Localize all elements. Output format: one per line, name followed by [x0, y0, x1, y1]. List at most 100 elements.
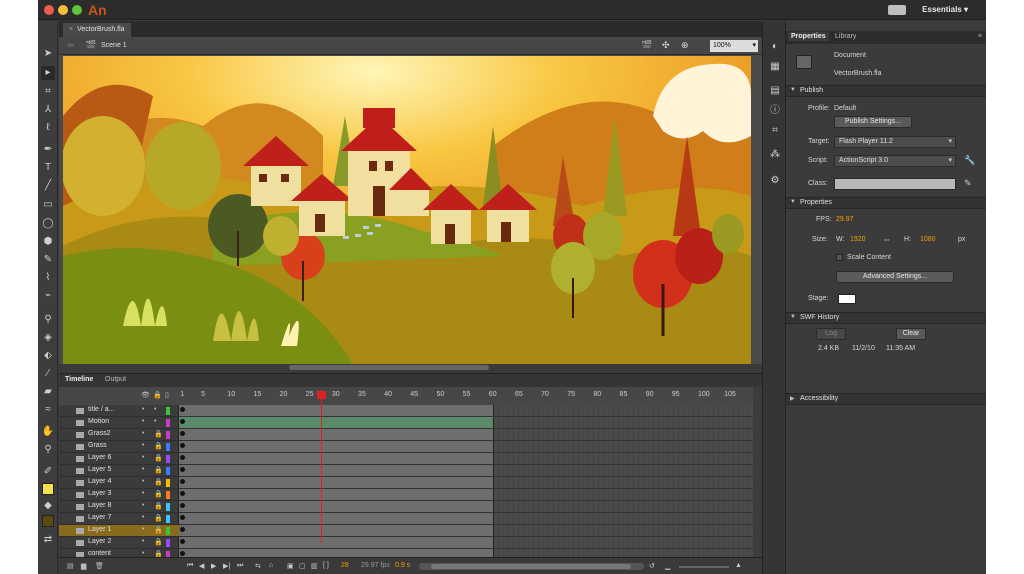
- layer-color-swatch[interactable]: [166, 539, 170, 547]
- layer-row[interactable]: Layer 4 • 🔒: [59, 477, 179, 489]
- lock-icon[interactable]: 🔒: [154, 514, 163, 522]
- edit-symbols-icon[interactable]: ✣: [662, 40, 670, 51]
- layer-color-swatch[interactable]: [166, 479, 170, 487]
- layer-row[interactable]: Layer 6 • 🔒: [59, 453, 179, 465]
- layer-color-swatch[interactable]: [166, 491, 170, 499]
- visibility-dot-icon[interactable]: •: [142, 406, 144, 413]
- empty-frames[interactable]: [494, 513, 753, 524]
- line-tool-icon[interactable]: ╱: [41, 179, 55, 193]
- stroke-color-swatch[interactable]: [42, 483, 54, 495]
- scrollbar-thumb[interactable]: [289, 365, 489, 370]
- center-stage-icon[interactable]: ⊕: [681, 40, 689, 51]
- lock-icon[interactable]: •: [154, 406, 156, 413]
- frame-span[interactable]: [179, 501, 494, 512]
- layer-name[interactable]: Motion: [88, 418, 109, 425]
- layer-row[interactable]: Grass • 🔒: [59, 441, 179, 453]
- keyframe[interactable]: [180, 443, 185, 448]
- frame-row[interactable]: [179, 465, 753, 477]
- elapsed-time[interactable]: 0.9 s: [395, 562, 410, 569]
- publish-settings-button[interactable]: Publish Settings...: [834, 116, 912, 128]
- empty-frames[interactable]: [494, 525, 753, 536]
- pencil-tool-icon[interactable]: ✎: [41, 253, 55, 267]
- empty-frames[interactable]: [494, 465, 753, 476]
- layer-color-swatch[interactable]: [166, 455, 170, 463]
- lock-all-icon[interactable]: 🔒: [153, 391, 162, 399]
- frames-area[interactable]: 1 5 10 15 20 25 30 35 40 45 50 55 60 65 70 75 80 85 90 95 10…: [179, 387, 753, 574]
- properties-section-header[interactable]: ▼ Properties: [786, 197, 986, 209]
- empty-frames[interactable]: [494, 417, 753, 428]
- playhead[interactable]: [321, 391, 322, 543]
- lock-icon[interactable]: 🔒: [154, 430, 163, 438]
- timeline-zoom-slider[interactable]: [679, 566, 729, 568]
- stage-color-swatch[interactable]: [838, 294, 856, 304]
- log-button[interactable]: Log: [816, 328, 846, 340]
- visibility-dot-icon[interactable]: •: [142, 454, 144, 461]
- layer-name[interactable]: Layer 2: [88, 538, 111, 545]
- first-frame-icon[interactable]: ⏮: [187, 562, 193, 570]
- zoom-tool-icon[interactable]: ⚲: [41, 443, 55, 457]
- layer-color-swatch[interactable]: [166, 515, 170, 523]
- layer-color-swatch[interactable]: [166, 503, 170, 511]
- wrench-icon[interactable]: 🔧: [964, 155, 975, 166]
- center-frame-icon[interactable]: ⌂: [269, 562, 273, 569]
- layer-name[interactable]: Grass2: [88, 430, 111, 437]
- next-frame-icon[interactable]: ▶|: [223, 562, 230, 570]
- layer-color-swatch[interactable]: [166, 443, 170, 451]
- keyframe[interactable]: [180, 431, 185, 436]
- frame-row[interactable]: [179, 417, 753, 429]
- onion-skin-icon[interactable]: ▣: [287, 562, 294, 570]
- edit-multiple-frames-icon[interactable]: ▥: [311, 562, 318, 570]
- stroke-color-icon[interactable]: ✐: [41, 465, 55, 479]
- lock-icon[interactable]: 🔒: [154, 526, 163, 534]
- frame-span[interactable]: [179, 417, 494, 428]
- edit-scene-icon[interactable]: 🎬: [641, 40, 652, 51]
- frame-span[interactable]: [179, 405, 494, 416]
- polystar-tool-icon[interactable]: ⬢: [41, 235, 55, 249]
- keyframe[interactable]: [180, 407, 185, 412]
- lock-icon[interactable]: 🔒: [154, 466, 163, 474]
- frame-row[interactable]: [179, 405, 753, 417]
- fill-color-icon[interactable]: ◆: [41, 499, 55, 513]
- lock-icon[interactable]: 🔒: [154, 490, 163, 498]
- frame-ruler[interactable]: 1 5 10 15 20 25 30 35 40 45 50 55 60 65 70 75 80 85 90 95 10…: [179, 387, 753, 405]
- delete-layer-icon[interactable]: 🗑: [95, 562, 104, 570]
- frame-row[interactable]: [179, 441, 753, 453]
- oval-tool-icon[interactable]: ◯: [41, 217, 55, 231]
- empty-frames[interactable]: [494, 477, 753, 488]
- layer-row[interactable]: Layer 1 • 🔒: [59, 525, 179, 537]
- visibility-dot-icon[interactable]: •: [142, 526, 144, 533]
- zoom-dropdown[interactable]: 100% ▾: [710, 40, 758, 52]
- layer-color-swatch[interactable]: [166, 527, 170, 535]
- visibility-dot-icon[interactable]: •: [142, 442, 144, 449]
- tab-timeline[interactable]: Timeline: [65, 376, 93, 383]
- class-input[interactable]: [834, 178, 956, 190]
- keyframe[interactable]: [180, 419, 185, 424]
- bone-tool-icon[interactable]: ⚲: [41, 313, 55, 327]
- swatches-panel-icon[interactable]: ▦: [769, 61, 781, 73]
- layer-color-swatch[interactable]: [166, 431, 170, 439]
- visibility-dot-icon[interactable]: •: [142, 478, 144, 485]
- visibility-dot-icon[interactable]: •: [142, 490, 144, 497]
- layer-row[interactable]: title / a... • •: [59, 405, 179, 417]
- lock-icon[interactable]: •: [154, 418, 156, 425]
- fps-value[interactable]: 29.97: [836, 216, 854, 223]
- keyframe[interactable]: [180, 479, 185, 484]
- layer-name[interactable]: content: [88, 550, 111, 557]
- sync-settings-icon[interactable]: [888, 5, 906, 15]
- minimize-window-button[interactable]: [58, 5, 68, 15]
- paint-bucket-tool-icon[interactable]: ◈: [41, 331, 55, 345]
- rectangle-tool-icon[interactable]: ▭: [41, 198, 55, 212]
- script-dropdown[interactable]: ActionScript 3.0: [834, 155, 956, 167]
- free-transform-tool-icon[interactable]: ⌗: [41, 85, 55, 99]
- visibility-dot-icon[interactable]: •: [142, 502, 144, 509]
- workspace-switcher[interactable]: Essentials ▾: [922, 5, 968, 14]
- layer-name[interactable]: title / a...: [88, 406, 114, 413]
- layer-row[interactable]: Layer 2 • 🔒: [59, 537, 179, 549]
- empty-frames[interactable]: [494, 441, 753, 452]
- loop-icon[interactable]: ⇆: [255, 562, 261, 570]
- lock-icon[interactable]: 🔒: [154, 442, 163, 450]
- layer-name[interactable]: Layer 3: [88, 490, 111, 497]
- frame-span[interactable]: [179, 477, 494, 488]
- keyframe[interactable]: [180, 455, 185, 460]
- close-window-button[interactable]: [44, 5, 54, 15]
